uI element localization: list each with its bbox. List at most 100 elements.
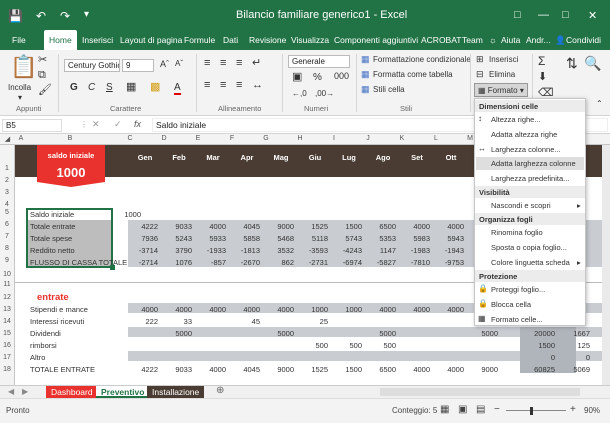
row-header[interactable]: 3 (0, 189, 14, 196)
sheet-tab-preventivo[interactable]: Preventivo (96, 386, 150, 398)
font-name-select[interactable]: Century Gothic (64, 59, 120, 72)
add-sheet-icon[interactable]: ⊕ (216, 385, 224, 396)
menu-item-column-width[interactable]: Larghezza colonne... (491, 145, 561, 154)
prev-sheet-icon[interactable]: ◀ (8, 387, 14, 396)
tab-team[interactable]: Team (462, 35, 483, 45)
cut-icon[interactable]: ✂ (38, 55, 47, 66)
delete-cells-button[interactable]: Elimina (489, 70, 515, 79)
redo-icon[interactable]: ↷ (60, 9, 70, 23)
font-size-select[interactable]: 9 (122, 59, 154, 72)
row-header[interactable]: 11 (0, 281, 14, 288)
cell-styles-icon[interactable]: ▦ (361, 85, 370, 94)
menu-item-hide-unhide[interactable]: Nascondi e scopri (491, 201, 551, 210)
sheet-tab-installazione[interactable]: Installazione (147, 386, 205, 398)
column-header[interactable]: A (15, 135, 27, 142)
find-select-icon[interactable]: 🔍 (584, 56, 601, 70)
paste-button[interactable]: Incolla (8, 83, 31, 92)
font-color-icon[interactable]: A (174, 82, 181, 95)
tab-insert[interactable]: Inserisci (82, 35, 113, 45)
increase-decimal-button[interactable]: ←,0 (292, 89, 307, 98)
bold-button[interactable]: G (70, 82, 78, 93)
fill-icon[interactable]: ⬇ (538, 72, 547, 83)
format-table-icon[interactable]: ▦ (361, 70, 370, 79)
format-button[interactable]: ▦ Formato ▾ (474, 83, 528, 97)
column-header[interactable]: L (419, 135, 453, 142)
menu-item-lock-cell[interactable]: Blocca cella (491, 300, 531, 309)
conditional-format-button[interactable]: Formattazione condizionale (373, 55, 471, 64)
tab-view[interactable]: Visualizza (291, 35, 329, 45)
column-header[interactable]: C (113, 135, 147, 142)
maximize-icon[interactable]: □ (562, 9, 569, 21)
tab-review[interactable]: Revisione (249, 35, 286, 45)
page-layout-view-icon[interactable]: ▣ (458, 404, 467, 415)
normal-view-icon[interactable]: ▦ (440, 404, 449, 415)
zoom-level[interactable]: 90% (584, 406, 600, 415)
save-icon[interactable]: 💾 (8, 9, 23, 23)
autosum-icon[interactable]: Σ (538, 55, 545, 67)
minimize-icon[interactable]: — (538, 9, 549, 21)
tab-home[interactable]: Home (44, 30, 77, 50)
menu-item-move-copy[interactable]: Sposta o copia foglio... (491, 243, 567, 252)
wrap-text-icon[interactable]: ↵ (252, 58, 261, 69)
merge-icon[interactable]: ↔ (252, 80, 263, 91)
percent-button[interactable]: % (313, 72, 322, 83)
number-format-select[interactable]: Generale (288, 55, 350, 68)
row-header[interactable]: 16 (0, 342, 14, 349)
sheet-tab-dashboard[interactable]: Dashboard (46, 386, 98, 398)
share-icon[interactable]: 👤 (555, 35, 566, 46)
tab-addins[interactable]: Componenti aggiuntivi (334, 35, 418, 45)
copy-icon[interactable]: ⧉ (38, 70, 46, 81)
zoom-slider-thumb[interactable] (530, 407, 533, 415)
menu-item-protect-sheet[interactable]: Proteggi foglio... (491, 285, 545, 294)
row-header[interactable]: 17 (0, 354, 14, 361)
next-sheet-icon[interactable]: ▶ (22, 387, 28, 396)
align-right-icon[interactable]: ≡ (236, 80, 242, 91)
more-options-icon[interactable]: ⋮ (80, 120, 88, 129)
row-header[interactable]: 5 (0, 209, 14, 216)
zoom-slider[interactable] (506, 410, 566, 411)
row-header[interactable]: 15 (0, 330, 14, 337)
row-header[interactable]: 10 (0, 271, 14, 278)
column-header[interactable]: E (181, 135, 215, 142)
column-header[interactable]: I (317, 135, 351, 142)
zoom-out-icon[interactable]: − (494, 404, 500, 415)
row-header[interactable]: 8 (0, 245, 14, 252)
column-header[interactable]: D (147, 135, 181, 142)
row-header[interactable]: 18 (0, 366, 14, 373)
column-header[interactable]: H (283, 135, 317, 142)
row-header[interactable]: 13 (0, 306, 14, 313)
comma-style-icon[interactable]: 000 (334, 72, 349, 81)
insert-function-icon[interactable]: fx (134, 119, 141, 129)
conditional-format-icon[interactable]: ▦ (361, 55, 370, 64)
menu-item-format-cells[interactable]: Formato celle... (491, 315, 543, 324)
decrease-font-icon[interactable]: Aˇ (175, 59, 183, 68)
menu-item-autofit-column[interactable]: Adatta larghezza colonne (491, 159, 576, 168)
paste-dropdown-icon[interactable]: ▾ (18, 93, 22, 102)
align-top-icon[interactable]: ≡ (204, 58, 210, 69)
column-header[interactable]: G (249, 135, 283, 142)
help-search[interactable]: Aiuta (501, 35, 520, 45)
vertical-scrollbar[interactable] (602, 145, 610, 385)
user-name[interactable]: Andr... (526, 35, 551, 45)
borders-icon[interactable]: ▦ (126, 82, 136, 93)
select-all-corner[interactable]: ◢ (0, 135, 15, 143)
page-break-view-icon[interactable]: ▤ (476, 404, 485, 415)
share-button[interactable]: Condividi (566, 35, 601, 45)
cancel-entry-icon[interactable]: ✕ (92, 119, 100, 130)
align-bottom-icon[interactable]: ≡ (236, 58, 242, 69)
format-as-table-button[interactable]: Formatta come tabella (373, 70, 453, 79)
format-painter-icon[interactable]: 🖌 (38, 85, 52, 96)
tab-file[interactable]: File (12, 35, 26, 45)
menu-item-row-height[interactable]: Altezza righe... (491, 115, 541, 124)
close-icon[interactable]: ✕ (588, 9, 597, 22)
sort-filter-icon[interactable]: ⇅ (566, 56, 578, 70)
name-box[interactable]: B5 (2, 119, 62, 132)
tab-formulas[interactable]: Formule (184, 35, 215, 45)
fill-color-icon[interactable]: ▩ (150, 82, 160, 93)
menu-item-tab-color[interactable]: Colore linguetta scheda (491, 258, 570, 267)
column-header[interactable]: K (385, 135, 419, 142)
row-header[interactable]: 9 (0, 257, 14, 264)
row-header[interactable]: 4 (0, 201, 14, 208)
row-header[interactable]: 14 (0, 318, 14, 325)
underline-button[interactable]: S (106, 82, 113, 93)
